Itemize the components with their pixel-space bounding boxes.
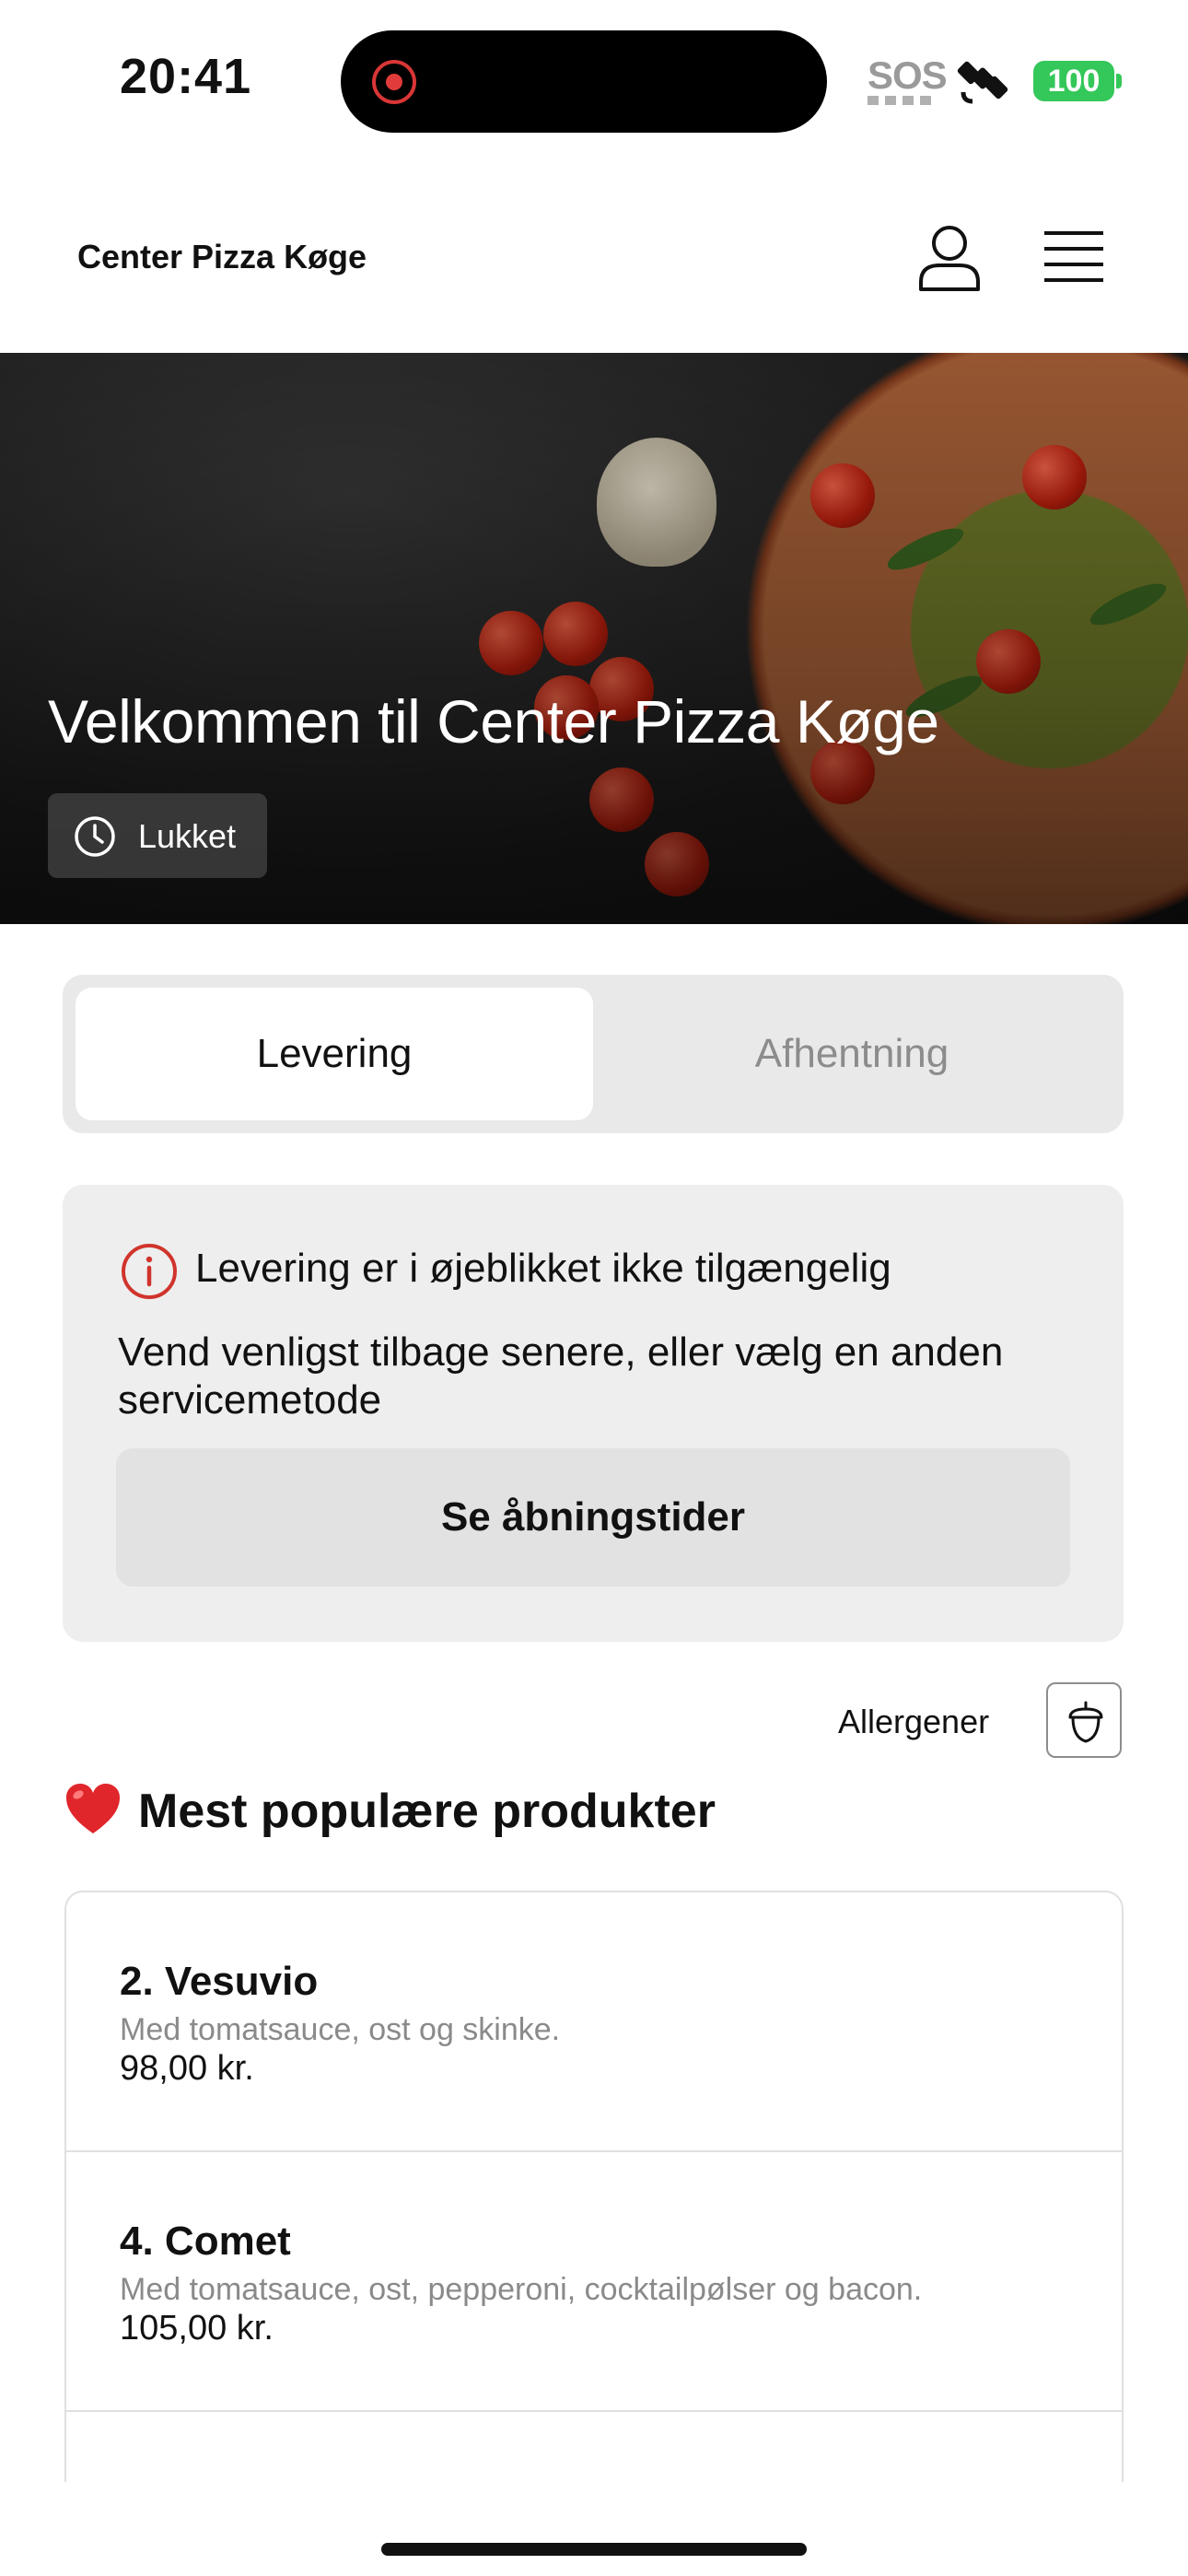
tab-pickup[interactable]: Afhentning [593,988,1111,1120]
notice-title: Levering er i øjeblikket ikke tilgængeli… [195,1246,891,1291]
bottom-safe-area [0,2482,1188,2576]
hero-title: Velkommen til Center Pizza Køge [48,687,939,755]
user-icon[interactable] [917,223,982,291]
notice-body: Vend venligst tilbage senere, eller vælg… [118,1329,1004,1423]
allergens-button[interactable] [1046,1682,1122,1758]
satellite-icon [957,61,1008,104]
status-bar: 20:41 SOS 100 [0,0,1188,157]
status-time: 20:41 [120,49,252,104]
allergens-label[interactable]: Allergener [838,1703,989,1741]
heart-icon [66,1784,120,1833]
product-description: Med tomatsauce, ost, pepperoni, cocktail… [120,2272,923,2307]
dynamic-island [341,30,827,133]
product-price: 105,00 kr. [120,2309,274,2348]
sos-indicator: SOS [868,53,948,97]
battery-cap [1116,74,1122,88]
product-name: 4. Comet [120,2219,291,2264]
signal-dots-icon [868,96,932,105]
delivery-unavailable-notice: Levering er i øjeblikket ikke tilgængeli… [63,1185,1124,1642]
home-indicator[interactable] [381,2543,807,2556]
product-name: 2. Vesuvio [120,1959,319,2004]
section-title-popular: Mest populære produkter [138,1785,716,1838]
opening-hours-button[interactable]: Se åbningstider [116,1448,1070,1587]
product-list: 2. Vesuvio Med tomatsauce, ost og skinke… [64,1891,1124,2572]
clock-icon [75,816,115,857]
recording-icon [372,60,416,104]
product-card[interactable]: 2. Vesuvio Med tomatsauce, ost og skinke… [66,1892,1122,2152]
opening-status-badge: Lukket [48,793,267,878]
product-card[interactable]: 4. Comet Med tomatsauce, ost, pepperoni,… [66,2152,1122,2412]
service-method-tabs: Levering Afhentning [63,975,1124,1133]
opening-status-label: Lukket [138,817,237,855]
product-description: Med tomatsauce, ost og skinke. [120,2012,561,2047]
app-header: Center Pizza Køge [0,184,1188,353]
product-price: 98,00 kr. [120,2049,254,2088]
brand-name[interactable]: Center Pizza Køge [77,238,367,276]
menu-icon[interactable] [1044,230,1103,284]
acorn-icon [1068,1701,1103,1743]
hero-banner: Velkommen til Center Pizza Køge Lukket [0,353,1188,924]
info-icon [122,1244,177,1299]
battery-indicator: 100 [1033,61,1114,101]
tab-delivery[interactable]: Levering [76,988,593,1120]
